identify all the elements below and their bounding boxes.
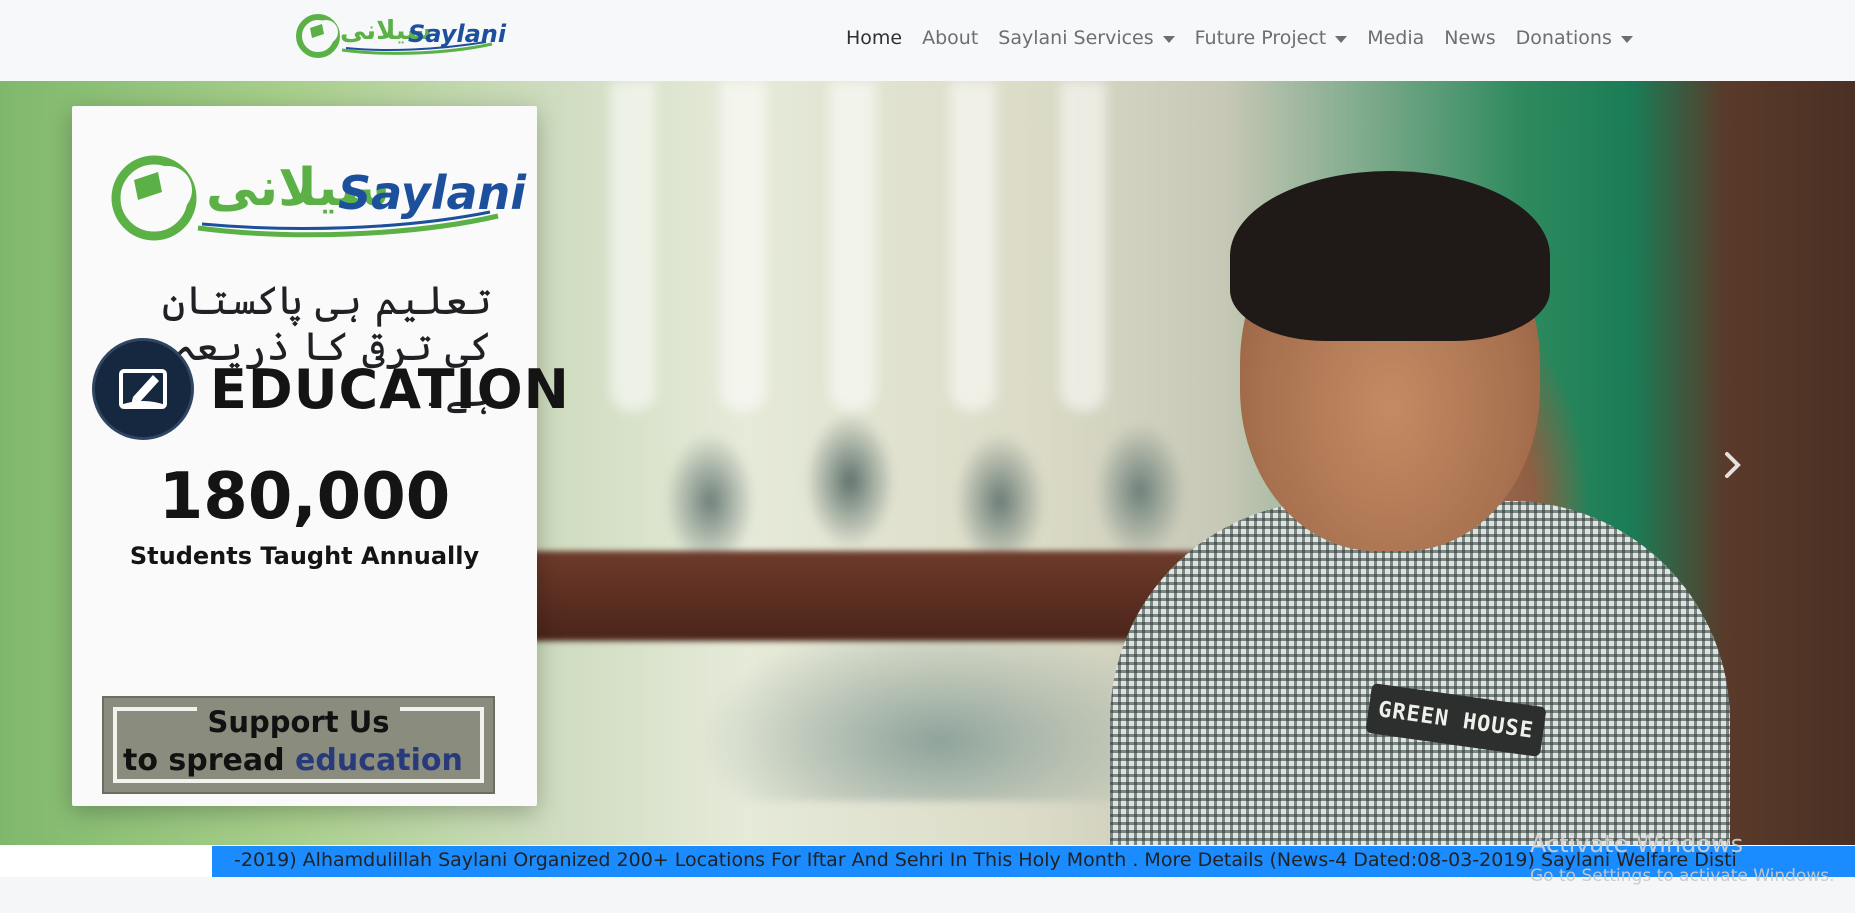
nav-home-label: Home <box>846 27 903 49</box>
caret-down-icon <box>1620 35 1633 43</box>
support-us-banner[interactable]: Support Us to spread education <box>102 696 495 794</box>
background-pillar <box>610 81 656 411</box>
education-label: EDUCATION <box>210 357 570 421</box>
caret-down-icon <box>1335 35 1348 43</box>
support-banner-frame: Support Us to spread education <box>113 705 484 783</box>
support-line-2: to spread education <box>123 743 480 778</box>
nav-about-label: About <box>922 27 979 49</box>
card-logo-brand-text: Saylani <box>338 166 527 220</box>
support-line-2-prefix: to spread <box>123 743 296 778</box>
book-pencil-icon <box>92 338 194 440</box>
nav-news-label: News <box>1444 27 1496 49</box>
support-line-1: Support Us <box>117 705 480 739</box>
students-count: 180,000 <box>158 460 451 534</box>
caret-down-icon <box>1162 35 1175 43</box>
chevron-right-icon <box>1725 452 1741 478</box>
nav-about[interactable]: About <box>912 27 988 49</box>
students-caption: Students Taught Annually <box>129 542 480 570</box>
background-pillar <box>1060 81 1106 411</box>
nav-home[interactable]: Home <box>836 27 912 49</box>
carousel-next-button[interactable] <box>1718 447 1748 483</box>
activate-windows-title: Activate Windows <box>1530 830 1744 858</box>
news-ticker-text: -2019) Alhamdulillah Saylani Organized 2… <box>234 849 1737 871</box>
nav-saylani-services-label: Saylani Services <box>998 27 1154 49</box>
background-pillar <box>830 81 876 411</box>
card-saylani-logo: سیلانی Saylani <box>110 150 526 246</box>
nav-news[interactable]: News <box>1434 27 1505 49</box>
boy-hair-photo <box>1230 171 1550 341</box>
education-promo-card: سیلانی Saylani تعلیم ہی پاکستان کی ترقی … <box>72 106 569 806</box>
background-pillar <box>720 81 766 411</box>
nav-saylani-services[interactable]: Saylani Services <box>988 27 1184 49</box>
logo-brand-text: Saylani <box>408 20 507 48</box>
boy-shirt-photo <box>1110 501 1730 845</box>
nav-future-project[interactable]: Future Project <box>1185 27 1358 49</box>
main-nav: Home About Saylani Services Future Proje… <box>836 0 1643 76</box>
nav-donations[interactable]: Donations <box>1506 27 1643 49</box>
support-line-1-text: Support Us <box>197 705 400 739</box>
support-line-2-highlight: education <box>295 743 463 778</box>
background-pillar <box>950 81 996 411</box>
top-navbar: سیلانی Saylani Home About Saylani Servic… <box>0 0 1855 81</box>
saylani-logo[interactable]: سیلانی Saylani <box>296 10 506 62</box>
nav-media[interactable]: Media <box>1357 27 1434 49</box>
desk-photo <box>530 551 1230 641</box>
nav-future-project-label: Future Project <box>1194 27 1327 49</box>
nav-media-label: Media <box>1367 27 1425 49</box>
activate-windows-subtitle: Go to Settings to activate Windows. <box>1530 866 1835 886</box>
education-heading-row: EDUCATION <box>92 338 570 440</box>
nav-donations-label: Donations <box>1515 27 1612 49</box>
